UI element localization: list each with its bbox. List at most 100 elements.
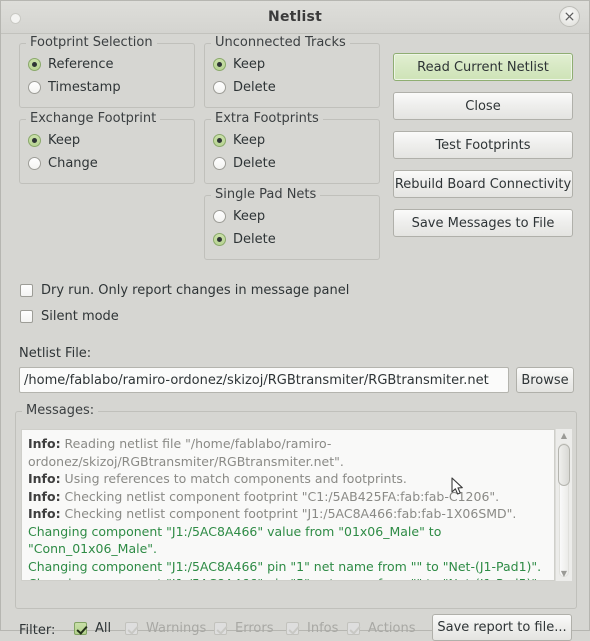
message-line: Changing component "J1:/5AC8A466" value … bbox=[28, 523, 548, 558]
radio-indicator bbox=[213, 210, 226, 223]
filter-checkbox-errors[interactable]: Errors bbox=[214, 621, 273, 636]
group-body-exchange-footprint: Keep Change bbox=[20, 120, 194, 182]
radio-label: Keep bbox=[48, 133, 81, 148]
netlist-dialog-window: Netlist Footprint Selection Reference Ti… bbox=[0, 0, 590, 641]
read-current-netlist-button[interactable]: Read Current Netlist bbox=[393, 53, 573, 81]
netlist-file-label: Netlist File: bbox=[19, 346, 92, 361]
close-button[interactable]: Close bbox=[393, 92, 573, 120]
checkbox-indicator bbox=[125, 622, 138, 635]
radio-indicator bbox=[28, 134, 41, 147]
radio-unconnected-tracks-keep[interactable]: Keep bbox=[213, 53, 371, 76]
filter-checkbox-all[interactable]: All bbox=[74, 621, 111, 636]
radio-label: Delete bbox=[233, 80, 276, 95]
group-footprint-selection: Footprint Selection Reference Timestamp bbox=[19, 35, 195, 108]
window-menu-dot-icon[interactable] bbox=[10, 13, 21, 24]
group-single-pad-nets: Single Pad Nets Keep Delete bbox=[204, 187, 380, 260]
message-text: Using references to match components and… bbox=[60, 471, 407, 486]
checkbox-label: Infos bbox=[307, 621, 339, 636]
close-x-glyph bbox=[565, 12, 574, 21]
checkbox-label: Actions bbox=[368, 621, 416, 636]
radio-indicator bbox=[213, 233, 226, 246]
checkbox-label: Silent mode bbox=[41, 309, 119, 324]
checkbox-label: Dry run. Only report changes in message … bbox=[41, 283, 350, 298]
radio-unconnected-tracks-delete[interactable]: Delete bbox=[213, 76, 371, 99]
group-title-unconnected-tracks: Unconnected Tracks bbox=[211, 35, 350, 50]
radio-label: Delete bbox=[233, 232, 276, 247]
button-label: Test Footprints bbox=[435, 137, 531, 153]
group-title-messages: Messages: bbox=[22, 403, 99, 418]
radio-label: Keep bbox=[233, 133, 266, 148]
message-text: Changing component "J1:/5AC8A466" pin "5… bbox=[28, 576, 541, 580]
radio-exchange-footprint-keep[interactable]: Keep bbox=[28, 129, 186, 152]
radio-label: Change bbox=[48, 156, 98, 171]
radio-footprint-selection-reference[interactable]: Reference bbox=[28, 53, 186, 76]
radio-indicator bbox=[213, 134, 226, 147]
radio-indicator bbox=[213, 81, 226, 94]
checkbox-indicator bbox=[347, 622, 360, 635]
message-line: Info: Reading netlist file "/home/fablab… bbox=[28, 435, 548, 470]
group-title-extra-footprints: Extra Footprints bbox=[211, 111, 323, 126]
radio-footprint-selection-timestamp[interactable]: Timestamp bbox=[28, 76, 186, 99]
radio-label: Keep bbox=[233, 209, 266, 224]
radio-label: Delete bbox=[233, 156, 276, 171]
scroll-down-arrow-icon[interactable]: ▼ bbox=[559, 569, 569, 579]
message-tag: Info: bbox=[28, 488, 61, 504]
checkbox-label: All bbox=[95, 621, 112, 636]
title-bar: Netlist bbox=[1, 1, 589, 34]
checkbox-indicator bbox=[214, 622, 227, 635]
radio-single-pad-nets-keep[interactable]: Keep bbox=[213, 205, 371, 228]
messages-scrollbar[interactable]: ▲ ▼ bbox=[555, 429, 572, 581]
radio-indicator bbox=[213, 58, 226, 71]
message-tag: Info: bbox=[28, 471, 61, 486]
filter-checkbox-warnings[interactable]: Warnings bbox=[125, 621, 206, 636]
group-title-single-pad-nets: Single Pad Nets bbox=[211, 187, 321, 202]
close-icon[interactable] bbox=[559, 6, 580, 27]
message-line: Info: Checking netlist component footpri… bbox=[28, 488, 548, 506]
test-footprints-button[interactable]: Test Footprints bbox=[393, 131, 573, 159]
dialog-body: Footprint Selection Reference Timestamp … bbox=[1, 34, 589, 641]
netlist-file-input[interactable]: /home/fablabo/ramiro-ordonez/skizoj/RGBt… bbox=[19, 367, 509, 393]
messages-textview[interactable]: Info: Reading netlist file "/home/fablab… bbox=[21, 429, 555, 581]
group-body-extra-footprints: Keep Delete bbox=[205, 120, 379, 182]
checkbox-label: Errors bbox=[235, 621, 274, 636]
group-body-single-pad-nets: Keep Delete bbox=[205, 196, 379, 258]
message-text: Reading netlist file "/home/fablabo/rami… bbox=[28, 436, 344, 469]
radio-indicator bbox=[28, 81, 41, 94]
rebuild-board-connectivity-button[interactable]: Rebuild Board Connectivity bbox=[393, 170, 573, 198]
radio-label: Reference bbox=[48, 57, 114, 72]
scrollbar-thumb[interactable] bbox=[558, 444, 570, 486]
message-line: Info: Checking netlist component footpri… bbox=[28, 505, 548, 523]
radio-extra-footprints-keep[interactable]: Keep bbox=[213, 129, 371, 152]
checkbox-silent-mode[interactable]: Silent mode bbox=[20, 309, 119, 324]
message-line: Changing component "J1:/5AC8A466" pin "1… bbox=[28, 558, 548, 576]
message-text: Checking netlist component footprint "C1… bbox=[60, 488, 500, 504]
group-body-unconnected-tracks: Keep Delete bbox=[205, 44, 379, 106]
message-line: Info: Using references to match componen… bbox=[28, 470, 548, 488]
radio-exchange-footprint-change[interactable]: Change bbox=[28, 152, 186, 175]
group-exchange-footprint: Exchange Footprint Keep Change bbox=[19, 111, 195, 184]
scroll-up-arrow-icon[interactable]: ▲ bbox=[559, 431, 569, 441]
checkbox-label: Warnings bbox=[146, 621, 207, 636]
checkbox-indicator bbox=[74, 622, 87, 635]
radio-label: Keep bbox=[233, 57, 266, 72]
radio-indicator bbox=[213, 157, 226, 170]
save-messages-to-file-button[interactable]: Save Messages to File bbox=[393, 209, 573, 237]
checkbox-dry-run[interactable]: Dry run. Only report changes in message … bbox=[20, 283, 349, 298]
button-label: Read Current Netlist bbox=[417, 59, 549, 75]
radio-indicator bbox=[28, 58, 41, 71]
radio-single-pad-nets-delete[interactable]: Delete bbox=[213, 228, 371, 251]
button-label: Rebuild Board Connectivity bbox=[394, 176, 572, 192]
save-report-to-file-button[interactable]: Save report to file... bbox=[432, 614, 572, 641]
group-title-exchange-footprint: Exchange Footprint bbox=[26, 111, 161, 126]
group-body-footprint-selection: Reference Timestamp bbox=[20, 44, 194, 106]
message-tag: Info: bbox=[28, 436, 61, 451]
button-label: Browse bbox=[521, 372, 569, 388]
message-tag: Info: bbox=[28, 506, 61, 521]
filter-checkbox-infos[interactable]: Infos bbox=[286, 621, 338, 636]
browse-button[interactable]: Browse bbox=[516, 367, 574, 393]
netlist-file-value: /home/fablabo/ramiro-ordonez/skizoj/RGBt… bbox=[24, 372, 489, 388]
filter-checkbox-actions[interactable]: Actions bbox=[347, 621, 416, 636]
message-line: Changing component "J1:/5AC8A466" pin "5… bbox=[28, 575, 548, 580]
message-text: Changing component "J1:/5AC8A466" value … bbox=[28, 523, 446, 557]
radio-extra-footprints-delete[interactable]: Delete bbox=[213, 152, 371, 175]
